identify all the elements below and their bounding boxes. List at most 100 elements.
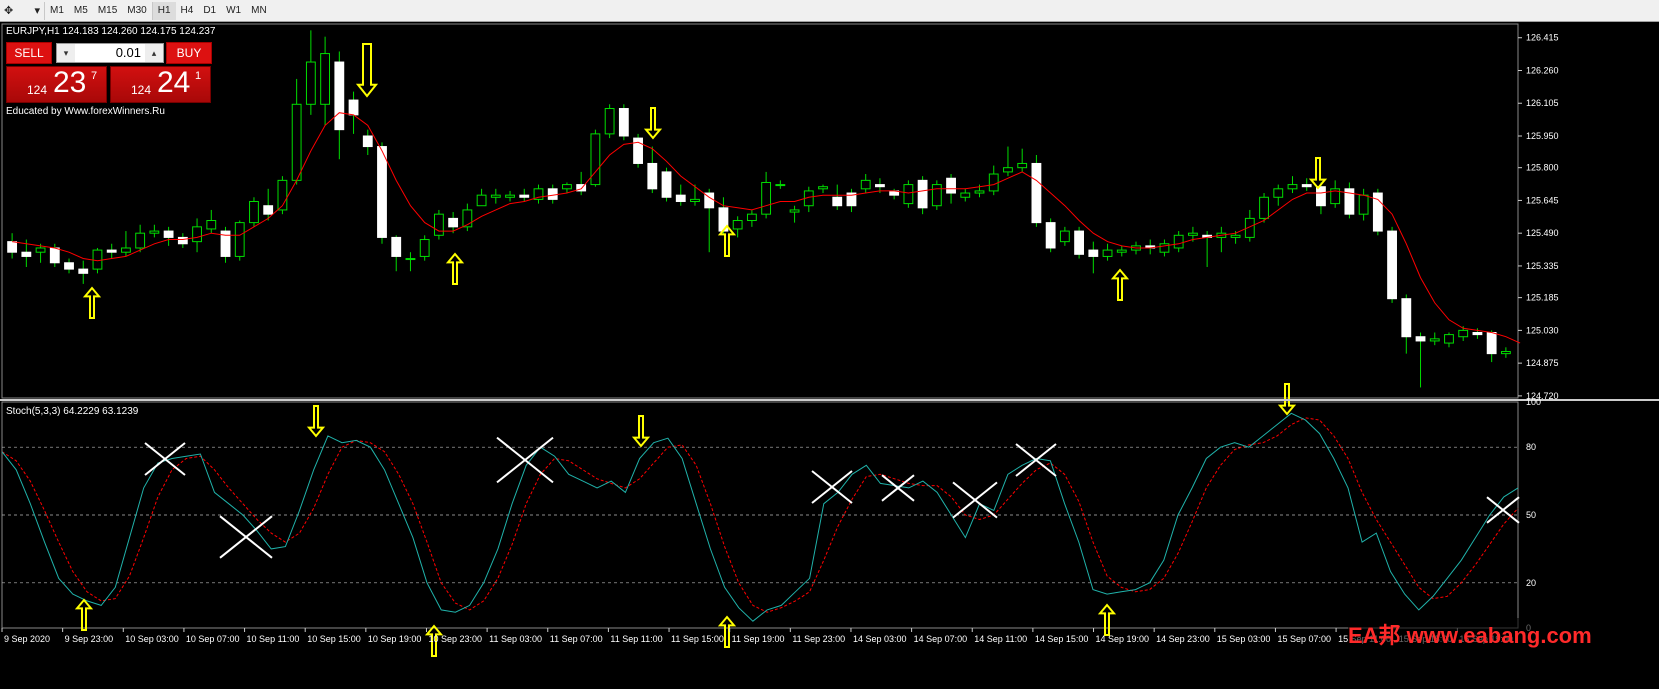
candle-body <box>761 181 772 215</box>
site-watermark: EA邦 www.eabang.com <box>1348 618 1592 650</box>
candle-body <box>917 179 928 209</box>
sell-button[interactable]: SELL <box>6 42 52 64</box>
time-tick-label: 10 Sep 03:00 <box>125 634 179 644</box>
candle-body <box>974 190 985 194</box>
candle-body <box>192 226 202 243</box>
sell-signal-arrow-icon <box>355 43 379 98</box>
lot-increase-icon[interactable]: ▴ <box>145 44 163 62</box>
candle-body <box>1316 186 1326 207</box>
price-tick-label: 126.105 <box>1526 98 1559 108</box>
candle-body <box>860 179 871 190</box>
buy-price-main: 24 <box>157 66 191 99</box>
candle-body <box>732 220 743 230</box>
candle-body <box>675 194 686 202</box>
buy-price-box[interactable]: 124 24 1 <box>110 66 211 103</box>
candle-body <box>1500 351 1511 355</box>
one-click-trading-panel: SELL ▾ 0.01 ▴ BUY 124 23 7 124 24 1 <box>6 42 212 103</box>
price-tick-label: 125.950 <box>1526 131 1559 141</box>
time-tick-label: 10 Sep 07:00 <box>186 634 240 644</box>
sell-price-pip: 7 <box>91 70 98 82</box>
candle-body <box>519 194 530 198</box>
candle-body <box>476 194 487 207</box>
time-tick-label: 10 Sep 15:00 <box>307 634 361 644</box>
time-tick-label: 11 Sep 03:00 <box>489 634 542 644</box>
lot-decrease-icon[interactable]: ▾ <box>57 44 75 62</box>
candle-body <box>818 186 828 190</box>
price-chart-canvas[interactable]: 126.415 126.260 126.105 125.950 125.800 125.6… <box>0 0 1659 689</box>
candle-body <box>433 213 444 236</box>
time-tick-label: 14 Sep 11:00 <box>974 634 1027 644</box>
sell-price-box[interactable]: 124 23 7 <box>6 66 107 103</box>
candle-body <box>1187 232 1198 236</box>
candle-body <box>1472 331 1483 336</box>
time-tick-label: 11 Sep 11:00 <box>610 634 662 644</box>
buy-signal-arrow-icon <box>445 252 465 285</box>
price-tick-label: 125.185 <box>1526 293 1559 303</box>
candle-body <box>1486 331 1497 355</box>
candle-body <box>391 236 402 257</box>
lot-size-field[interactable]: ▾ 0.01 ▴ <box>56 43 164 63</box>
candle-body <box>419 239 430 257</box>
candle-body <box>604 108 615 135</box>
stoch-main-line <box>1 412 1519 622</box>
price-tick-label: 126.260 <box>1526 65 1559 75</box>
candle-body <box>789 209 800 213</box>
time-tick-label: 11 Sep 07:00 <box>550 634 603 644</box>
candle-body <box>1003 167 1013 173</box>
sell-signal-arrow-icon <box>643 107 663 140</box>
time-tick-label: 15 Sep 03:00 <box>1217 634 1271 644</box>
candle-body <box>163 230 174 238</box>
candle-body <box>1102 249 1113 257</box>
buy-button[interactable]: BUY <box>166 42 212 64</box>
time-tick-label: 9 Sep 2020 <box>4 634 50 644</box>
price-tick-label: 125.490 <box>1526 228 1559 238</box>
stoch-tick-label: 20 <box>1526 578 1536 588</box>
buy-signal-arrow-icon <box>1110 268 1130 301</box>
candle-body <box>1387 230 1397 300</box>
lot-value: 0.01 <box>115 45 141 60</box>
candle-body <box>64 262 74 270</box>
candle-body <box>1045 222 1056 249</box>
time-tick-label: 14 Sep 19:00 <box>1096 634 1150 644</box>
candle-body <box>78 268 89 274</box>
time-tick-label: 11 Sep 15:00 <box>671 634 724 644</box>
candle-body <box>1173 234 1184 249</box>
candle-body <box>547 188 558 200</box>
candle-body <box>1116 249 1127 253</box>
time-tick-label: 15 Sep 07:00 <box>1277 634 1331 644</box>
candle-body <box>1031 162 1042 224</box>
price-pane <box>1 23 1521 399</box>
buy-price-pip: 1 <box>195 70 202 82</box>
time-tick-label: 10 Sep 11:00 <box>247 634 300 644</box>
candle-body <box>448 217 459 228</box>
candle-body <box>1429 338 1440 342</box>
candle-body <box>960 192 971 198</box>
candle-body <box>291 103 302 181</box>
candle-body <box>946 177 956 194</box>
candle-body <box>690 198 700 202</box>
axes-layer: 126.415 126.260 126.105 125.950 125.800 125.6… <box>0 33 1659 644</box>
candle-body <box>249 200 259 224</box>
time-tick-label: 14 Sep 03:00 <box>853 634 907 644</box>
price-tick-label: 125.335 <box>1526 261 1559 271</box>
time-tick-label: 14 Sep 23:00 <box>1156 634 1210 644</box>
candle-body <box>21 251 32 257</box>
candle-body <box>832 196 843 207</box>
candle-body <box>661 171 672 198</box>
time-tick-label: 10 Sep 19:00 <box>368 634 422 644</box>
candle-body <box>875 184 885 188</box>
candle-body <box>1259 196 1269 219</box>
candle-body <box>49 247 60 264</box>
sell-signal-arrow-icon <box>306 405 326 438</box>
candle-body <box>234 222 245 257</box>
educated-label: Educated by Www.forexWinners.Ru <box>6 106 165 117</box>
candle-body <box>775 184 786 187</box>
candle-body <box>746 213 757 222</box>
candle-body <box>35 247 46 253</box>
candle-body <box>362 135 373 148</box>
candle-body <box>320 53 331 105</box>
stoch-tick-label: 100 <box>1526 397 1541 407</box>
candle-body <box>1401 298 1412 338</box>
price-tick-label: 125.645 <box>1526 195 1559 205</box>
buy-price-prefix: 124 <box>131 83 152 97</box>
